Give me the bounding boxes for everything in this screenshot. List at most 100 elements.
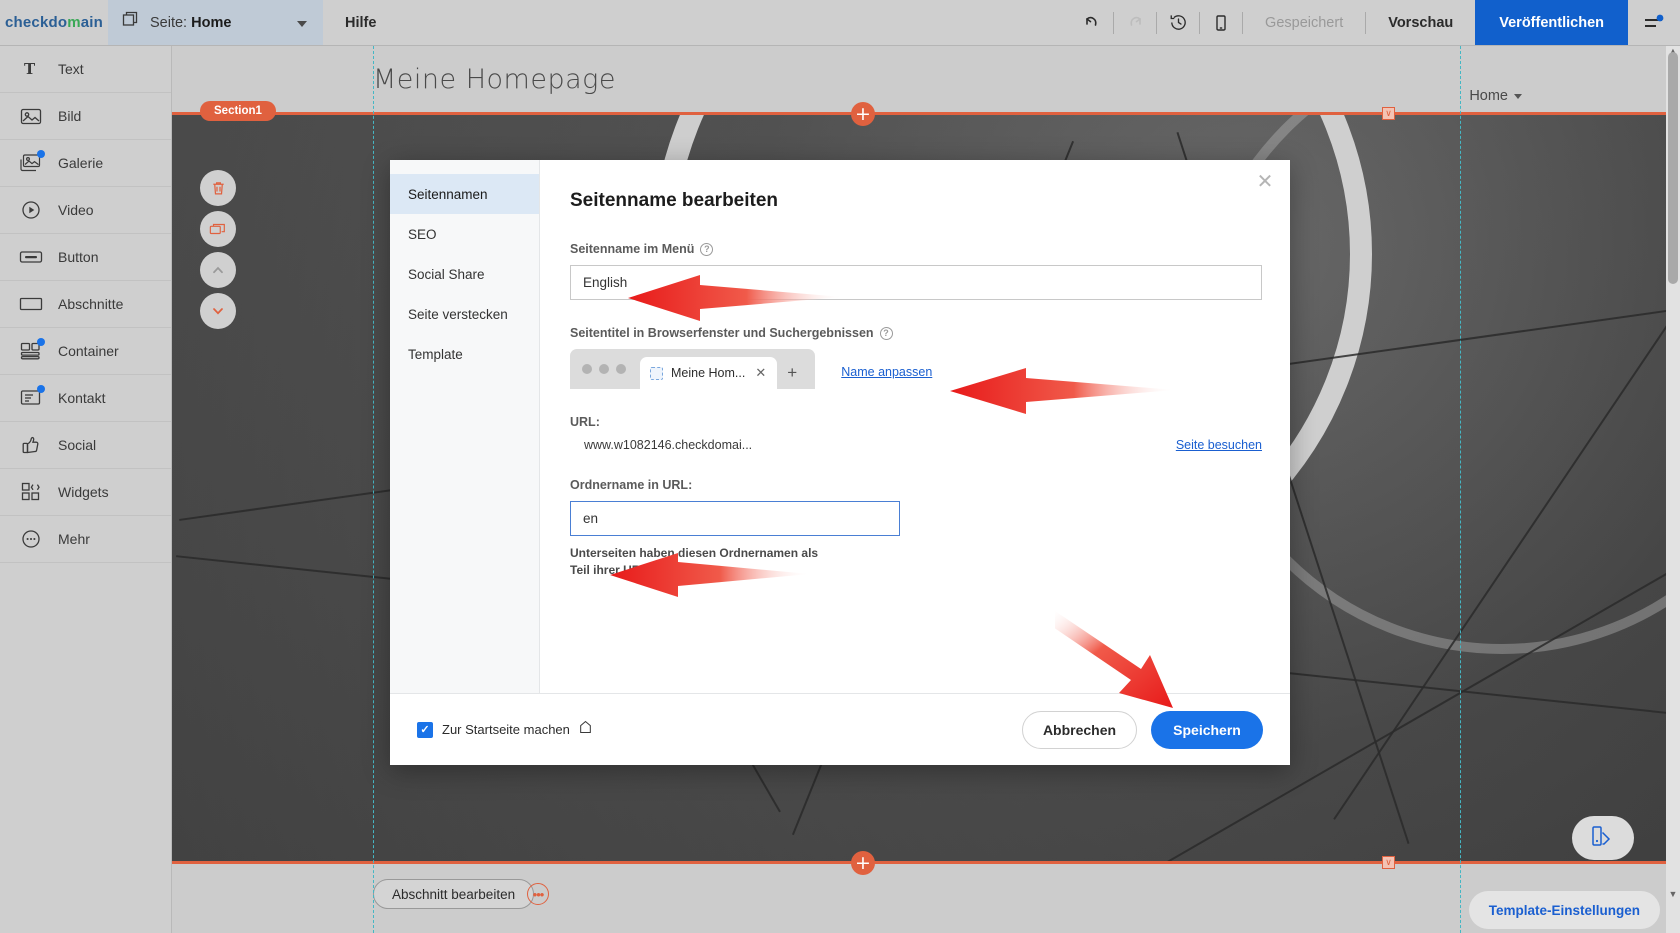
collapse-section-top-button[interactable]: ∨ [1382,107,1395,120]
sidebar-item-label: Widgets [58,484,109,500]
publish-button[interactable]: Veröffentlichen [1475,0,1628,45]
svg-text:T: T [24,60,36,78]
browser-preview-row: Meine Hom... ✕ + Name anpassen [570,349,1262,389]
template-settings-fab[interactable] [1572,816,1634,860]
sidebar-item-social[interactable]: Social [0,422,171,469]
sidebar-item-bild[interactable]: Bild [0,93,171,140]
widgets-icon [18,480,44,504]
sidebar-item-label: Abschnitte [58,296,123,312]
gallery-icon [18,151,44,175]
folder-label: Ordnername in URL: [570,478,1262,492]
visit-page-link[interactable]: Seite besuchen [1176,438,1262,452]
template-settings-tooltip[interactable]: Template-Einstellungen [1469,891,1660,929]
url-value: www.w1082146.checkdomai... [570,438,752,452]
url-group: URL: www.w1082146.checkdomai... Seite be… [570,415,1262,452]
button-icon [18,245,44,269]
browser-window-dots [582,349,626,389]
dialog-tab-label: Seite verstecken [408,307,508,322]
page-selector[interactable]: Seite: Home [108,0,323,45]
section-bottom-border [172,861,1680,864]
contact-icon [18,386,44,410]
mobile-preview-icon[interactable] [1200,0,1242,46]
new-badge [37,150,45,158]
site-nav-home[interactable]: Home [1469,88,1522,104]
section-label[interactable]: Section1 [200,101,276,121]
history-clock-icon[interactable] [1157,0,1199,46]
question-mark-icon[interactable]: ? [880,327,893,340]
sidebar-item-video[interactable]: Video [0,187,171,234]
dialog-main: ✕ Seitenname bearbeiten Seitenname im Me… [540,160,1290,693]
new-badge [37,385,45,393]
caret-down-small-icon: ∨ [1385,857,1392,868]
duplicate-section-button[interactable] [200,211,236,247]
delete-section-button[interactable] [200,170,236,206]
checkbox-checked-icon: ✓ [417,722,433,738]
sidebar-item-galerie[interactable]: Galerie [0,140,171,187]
tab-close-icon[interactable]: ✕ [753,365,768,381]
sidebar-item-mehr[interactable]: Mehr [0,516,171,563]
dialog-tab-seitennamen[interactable]: Seitennamen [390,174,539,214]
move-section-down-button[interactable] [200,293,236,329]
chevron-down-icon [297,21,307,27]
sidebar-item-container[interactable]: Container [0,328,171,375]
url-row: www.w1082146.checkdomai... Seite besuche… [570,438,1262,452]
sidebar-item-label: Video [58,202,94,218]
menu-name-input[interactable] [570,265,1262,300]
folder-name-input[interactable] [570,501,900,536]
menu-name-group: Seitenname im Menü ? [570,242,1262,300]
save-button[interactable]: Speichern [1151,711,1263,749]
cancel-button[interactable]: Abbrechen [1022,711,1137,749]
sidebar-item-label: Button [58,249,98,265]
browser-tab-preview: Meine Hom... ✕ + [570,349,815,389]
add-section-top-button[interactable]: + [851,102,875,126]
scroll-down-arrow[interactable]: ▼ [1668,889,1678,899]
dialog-tab-label: Seitennamen [408,187,488,202]
sidebar-item-label: Text [58,61,84,77]
preview-button[interactable]: Vorschau [1366,0,1475,46]
browser-title-label: Seitentitel in Browserfenster und Sucher… [570,326,1262,340]
edit-section-button[interactable]: Abschnitt bearbeiten [373,879,534,909]
dialog-tab-social-share[interactable]: Social Share [390,254,539,294]
dialog-body: Seitennamen SEO Social Share Seite verst… [390,160,1290,693]
home-outline-icon [579,720,592,739]
account-menu-icon[interactable] [1628,0,1680,45]
collapse-section-bottom-button[interactable]: ∨ [1382,856,1395,869]
help-button[interactable]: Hilfe [323,0,398,45]
plus-icon: + [855,854,871,873]
page-title: Meine Homepage [373,64,616,95]
dialog-tab-seite-verstecken[interactable]: Seite verstecken [390,294,539,334]
top-toolbar: checkdomain Seite: Home Hilfe [0,0,1680,46]
dialog-nav: Seitennamen SEO Social Share Seite verst… [390,160,540,693]
sidebar-item-kontakt[interactable]: Kontakt [0,375,171,422]
dialog-tab-label: Social Share [408,267,485,282]
container-icon [18,339,44,363]
toolbar-spacer [398,0,1071,45]
scrollbar-thumb[interactable] [1668,52,1678,284]
sidebar-item-widgets[interactable]: Widgets [0,469,171,516]
section-more-button[interactable]: ••• [527,883,549,905]
undo-icon[interactable] [1071,0,1113,46]
question-mark-icon[interactable]: ? [700,243,713,256]
sidebar-item-label: Bild [58,108,81,124]
sidebar-item-label: Mehr [58,531,90,547]
dialog-tab-seo[interactable]: SEO [390,214,539,254]
left-sidebar: T Text Bild Galerie Video [0,46,172,933]
canvas-bottom-bar: Abschnitt bearbeiten ••• [172,864,1680,933]
site-nav-label: Home [1469,88,1508,104]
sidebar-item-text[interactable]: T Text [0,46,171,93]
image-icon [18,104,44,128]
canvas-scrollbar[interactable]: ▲ ▼ [1666,46,1680,933]
set-as-homepage-checkbox[interactable]: ✓ Zur Startseite machen [417,720,592,739]
brand-logo[interactable]: checkdomain [0,0,108,45]
tab-add-icon[interactable]: + [777,357,807,389]
dialog-tab-template[interactable]: Template [390,334,539,374]
browser-tab-chip[interactable]: Meine Hom... ✕ [640,357,777,389]
move-section-up-button[interactable] [200,252,236,288]
sidebar-item-button[interactable]: Button [0,234,171,281]
sections-icon [18,292,44,316]
adjust-name-link[interactable]: Name anpassen [841,365,932,379]
sidebar-item-abschnitte[interactable]: Abschnitte [0,281,171,328]
close-icon[interactable]: ✕ [1252,168,1278,194]
add-section-bottom-button[interactable]: + [851,851,875,875]
palette-icon [1590,824,1616,853]
